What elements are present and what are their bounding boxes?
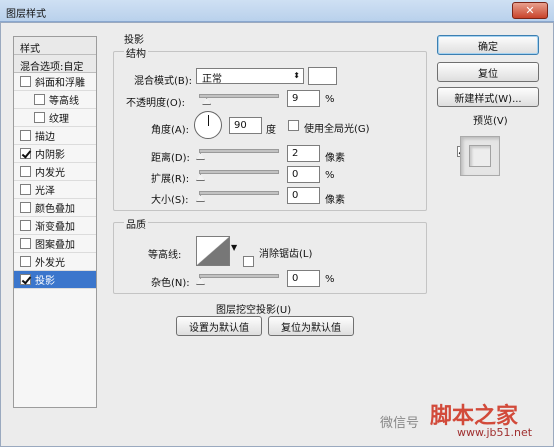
shadow-color-swatch[interactable] — [308, 67, 337, 85]
blend-mode-select[interactable]: 正常 ⬍ — [196, 68, 304, 85]
style-item-checkbox[interactable] — [34, 94, 45, 105]
new-style-button[interactable]: 新建样式(W)... — [437, 87, 539, 107]
knockout-label: 图层挖空投影(U) — [216, 305, 292, 316]
reset-button[interactable]: 复位 — [437, 62, 539, 82]
style-item-label: 光泽 — [35, 186, 55, 197]
spread-unit: % — [325, 170, 335, 181]
make-default-button[interactable]: 设置为默认值 — [176, 316, 262, 336]
style-item[interactable]: 光泽 — [14, 181, 96, 199]
style-preview — [460, 136, 500, 176]
style-item-label: 描边 — [35, 132, 55, 143]
style-item-label: 渐变叠加 — [35, 222, 75, 233]
style-item[interactable]: 颜色叠加 — [14, 199, 96, 217]
styles-header[interactable]: 样式 — [14, 37, 96, 55]
styles-header-label: 样式 — [20, 44, 40, 55]
style-item-checkbox[interactable] — [20, 130, 31, 141]
size-label: 大小(S): — [151, 195, 189, 206]
style-item-label: 内发光 — [35, 168, 65, 179]
style-item-label: 内阴影 — [35, 150, 65, 161]
style-item[interactable]: 内发光 — [14, 163, 96, 181]
blend-mode-value: 正常 — [202, 74, 222, 85]
spread-label: 扩展(R): — [151, 174, 190, 185]
opacity-input[interactable]: 9 — [287, 90, 320, 107]
ok-button[interactable]: 确定 — [437, 35, 539, 55]
style-item[interactable]: 渐变叠加 — [14, 217, 96, 235]
global-light-label: 使用全局光(G) — [304, 124, 370, 135]
noise-slider[interactable] — [199, 274, 279, 278]
style-item-checkbox[interactable] — [20, 238, 31, 249]
style-item-checkbox[interactable] — [20, 148, 31, 159]
preview-label: 预览(V) — [473, 116, 508, 127]
style-item-label: 纹理 — [49, 114, 69, 125]
structure-title: 结构 — [124, 45, 148, 60]
style-item[interactable]: 外发光 — [14, 253, 96, 271]
style-item-label: 投影 — [35, 276, 55, 287]
style-item[interactable]: 投影 — [14, 271, 96, 289]
angle-dial-hand — [208, 115, 209, 126]
blend-options-item[interactable]: 混合选项:自定 — [14, 55, 96, 73]
contour-picker[interactable] — [196, 236, 230, 266]
watermark-wechat: 微信号 — [380, 416, 420, 431]
style-preview-swatch — [469, 145, 491, 167]
blend-options-label: 混合选项:自定 — [20, 62, 84, 73]
quality-title: 品质 — [124, 216, 148, 231]
style-item-label: 斜面和浮雕 — [35, 78, 85, 89]
style-item[interactable]: 斜面和浮雕 — [14, 73, 96, 91]
style-item[interactable]: 描边 — [14, 127, 96, 145]
antialias-label: 消除锯齿(L) — [259, 249, 313, 260]
size-slider[interactable] — [199, 191, 279, 195]
distance-unit: 像素 — [325, 153, 345, 164]
noise-input[interactable]: 0 — [287, 270, 320, 287]
spread-input[interactable]: 0 — [287, 166, 320, 183]
style-item[interactable]: 图案叠加 — [14, 235, 96, 253]
style-item-label: 图案叠加 — [35, 240, 75, 251]
angle-unit: 度 — [266, 125, 276, 136]
watermark-url: www.jb51.net — [457, 426, 533, 439]
opacity-slider[interactable] — [199, 94, 279, 98]
section-title: 投影 — [124, 35, 144, 46]
style-item-checkbox[interactable] — [20, 166, 31, 177]
antialias-checkbox[interactable] — [243, 256, 254, 267]
style-item[interactable]: 等高线 — [14, 91, 96, 109]
opacity-label: 不透明度(O): — [126, 98, 186, 109]
angle-input[interactable]: 90 — [229, 117, 262, 134]
angle-dial[interactable] — [194, 111, 222, 139]
size-input[interactable]: 0 — [287, 187, 320, 204]
noise-unit: % — [325, 274, 335, 285]
style-item-checkbox[interactable] — [20, 274, 31, 285]
reset-default-button[interactable]: 复位为默认值 — [268, 316, 354, 336]
style-item-checkbox[interactable] — [20, 202, 31, 213]
window-title: 图层样式 — [6, 9, 46, 20]
style-item[interactable]: 纹理 — [14, 109, 96, 127]
global-light-checkbox[interactable] — [288, 120, 299, 131]
style-item[interactable]: 内阴影 — [14, 145, 96, 163]
blend-mode-label: 混合模式(B): — [134, 76, 193, 87]
spread-slider[interactable] — [199, 170, 279, 174]
angle-label: 角度(A): — [151, 125, 190, 136]
style-item-checkbox[interactable] — [20, 76, 31, 87]
close-icon: ✕ — [525, 4, 535, 17]
distance-slider[interactable] — [199, 149, 279, 153]
styles-list: 样式 混合选项:自定 斜面和浮雕等高线纹理描边内阴影内发光光泽颜色叠加渐变叠加图… — [13, 36, 97, 408]
contour-dropdown-icon[interactable]: ▼ — [231, 243, 237, 252]
style-item-checkbox[interactable] — [34, 112, 45, 123]
style-item-label: 外发光 — [35, 258, 65, 269]
style-item-checkbox[interactable] — [20, 220, 31, 231]
distance-label: 距离(D): — [151, 153, 190, 164]
title-bar[interactable]: 图层样式 ✕ — [0, 0, 554, 22]
noise-label: 杂色(N): — [151, 278, 190, 289]
contour-label: 等高线: — [148, 250, 182, 261]
size-unit: 像素 — [325, 195, 345, 206]
opacity-unit: % — [325, 94, 335, 105]
close-button[interactable]: ✕ — [512, 2, 548, 19]
style-item-label: 颜色叠加 — [35, 204, 75, 215]
style-item-checkbox[interactable] — [20, 184, 31, 195]
select-arrow-icon: ⬍ — [293, 71, 300, 80]
style-item-label: 等高线 — [49, 96, 79, 107]
style-item-checkbox[interactable] — [20, 256, 31, 267]
distance-input[interactable]: 2 — [287, 145, 320, 162]
